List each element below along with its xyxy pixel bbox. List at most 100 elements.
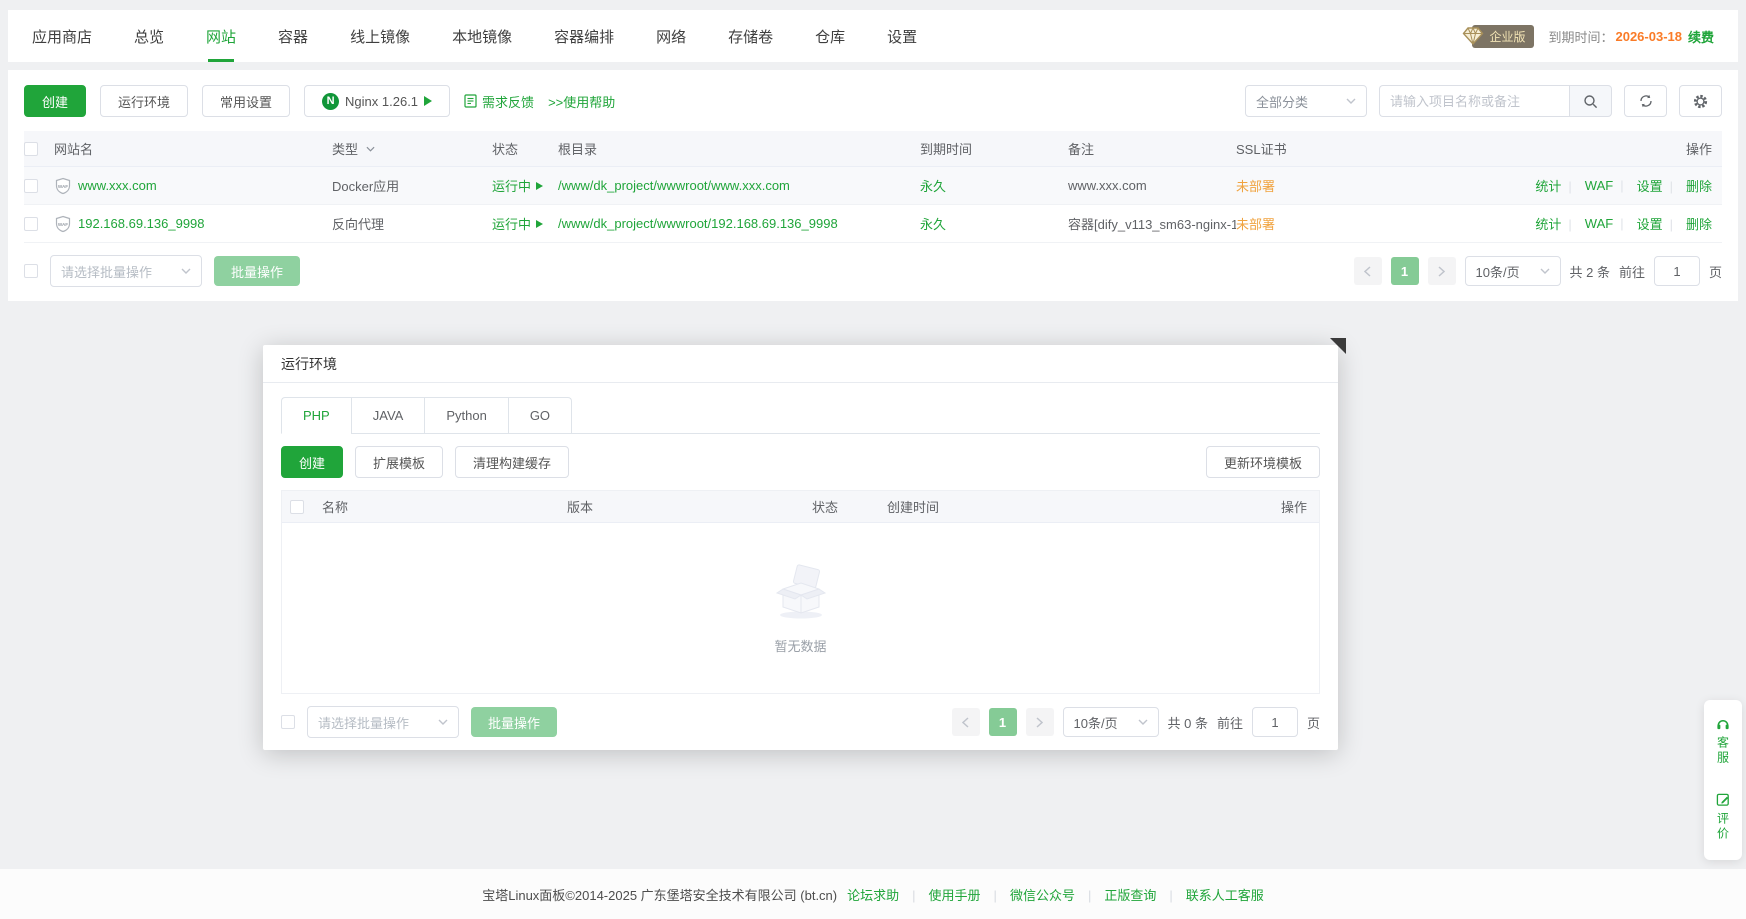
modal-prev-page-button[interactable] bbox=[952, 708, 980, 736]
category-select[interactable]: 全部分类 bbox=[1245, 85, 1367, 117]
review-button[interactable]: 评价 bbox=[1715, 792, 1732, 842]
renew-link[interactable]: 续费 bbox=[1688, 27, 1714, 46]
nav-item-container[interactable]: 容器 bbox=[278, 10, 308, 62]
col-type[interactable]: 类型 bbox=[332, 139, 492, 158]
nav-item-local-images[interactable]: 本地镜像 bbox=[452, 10, 512, 62]
extend-template-button[interactable]: 扩展模板 bbox=[355, 446, 443, 478]
modal-body: PHP JAVA Python GO 创建 扩展模板 清理构建缓存 更新环境模板… bbox=[263, 383, 1338, 750]
site-status[interactable]: 运行中 bbox=[492, 176, 543, 195]
site-root-link[interactable]: /www/dk_project/wwwroot/www.xxx.com bbox=[558, 178, 790, 193]
settings-link[interactable]: 设置 bbox=[1637, 176, 1680, 195]
footer-link-license-check[interactable]: 正版查询 bbox=[1075, 885, 1156, 904]
help-link[interactable]: >>使用帮助 bbox=[548, 92, 615, 111]
empty-box-icon bbox=[768, 562, 834, 620]
settings-link[interactable]: 设置 bbox=[1637, 214, 1680, 233]
next-page-button[interactable] bbox=[1428, 257, 1456, 285]
site-status-label: 运行中 bbox=[492, 214, 531, 233]
footer-link-support[interactable]: 联系人工客服 bbox=[1156, 885, 1263, 904]
refresh-button[interactable] bbox=[1624, 85, 1667, 117]
batch-action-select[interactable]: 请选择批量操作 bbox=[50, 255, 202, 287]
modal-select-all-checkbox[interactable] bbox=[290, 500, 304, 514]
footer-link-manual[interactable]: 使用手册 bbox=[899, 885, 980, 904]
site-root-link[interactable]: /www/dk_project/wwwroot/192.168.69.136_9… bbox=[558, 216, 838, 231]
search-input[interactable] bbox=[1379, 85, 1569, 117]
nav-item-website[interactable]: 网站 bbox=[206, 10, 236, 62]
nav-item-volumes[interactable]: 存储卷 bbox=[728, 10, 773, 62]
modal-page-size-select[interactable]: 10条/页 bbox=[1063, 707, 1159, 737]
runtime-table: 名称 版本 状态 创建时间 操作 暂无数据 bbox=[281, 490, 1320, 694]
ssl-status-link[interactable]: 未部署 bbox=[1236, 176, 1275, 195]
panel-settings-button[interactable] bbox=[1679, 85, 1722, 117]
batch-apply-button[interactable]: 批量操作 bbox=[214, 256, 300, 286]
select-all-checkbox[interactable] bbox=[24, 142, 38, 156]
chevron-down-icon bbox=[181, 268, 191, 274]
footer-link-forum[interactable]: 论坛求助 bbox=[847, 885, 899, 904]
row-checkbox[interactable] bbox=[24, 217, 38, 231]
edition-badge[interactable]: 企业版 bbox=[1461, 25, 1534, 48]
col-type-label: 类型 bbox=[332, 139, 358, 158]
site-name-link[interactable]: 192.168.69.136_9998 bbox=[78, 216, 205, 231]
stats-link[interactable]: 统计 bbox=[1535, 176, 1578, 195]
feedback-link[interactable]: 需求反馈 bbox=[464, 92, 534, 111]
site-note: www.xxx.com bbox=[1068, 178, 1236, 193]
search-button[interactable] bbox=[1569, 85, 1612, 117]
modal-batch-bar: 请选择批量操作 批量操作 1 10条/页 共 0 条 前往 页 bbox=[281, 706, 1320, 738]
site-status[interactable]: 运行中 bbox=[492, 214, 543, 233]
stats-link[interactable]: 统计 bbox=[1535, 214, 1578, 233]
nav-item-network[interactable]: 网络 bbox=[656, 10, 686, 62]
clean-build-cache-button[interactable]: 清理构建缓存 bbox=[455, 446, 569, 478]
modal-create-button[interactable]: 创建 bbox=[281, 446, 343, 478]
ssl-status-link[interactable]: 未部署 bbox=[1236, 214, 1275, 233]
tab-java[interactable]: JAVA bbox=[351, 397, 425, 433]
expire-label: 到期时间： bbox=[1548, 27, 1613, 46]
update-env-template-button[interactable]: 更新环境模板 bbox=[1206, 446, 1320, 478]
site-name-link[interactable]: www.xxx.com bbox=[78, 178, 157, 193]
feedback-label: 需求反馈 bbox=[482, 92, 534, 111]
nav-item-app-store[interactable]: 应用商店 bbox=[32, 10, 92, 62]
row-checkbox[interactable] bbox=[24, 179, 38, 193]
page-number-button[interactable]: 1 bbox=[1391, 257, 1419, 285]
waf-link[interactable]: WAF bbox=[1585, 216, 1631, 231]
nginx-version-button[interactable]: N Nginx 1.26.1 bbox=[304, 85, 450, 117]
modal-fullscreen-corner[interactable] bbox=[1330, 338, 1346, 354]
nav-item-online-images[interactable]: 线上镜像 bbox=[350, 10, 410, 62]
modal-next-page-button[interactable] bbox=[1026, 708, 1054, 736]
nav-item-settings[interactable]: 设置 bbox=[887, 10, 917, 62]
mcol-name: 名称 bbox=[322, 497, 567, 516]
toolbar: 创建 运行环境 常用设置 N Nginx 1.26.1 需求反馈 >>使用帮助 … bbox=[24, 85, 1722, 117]
modal-batch-select[interactable]: 请选择批量操作 bbox=[307, 706, 459, 738]
customer-service-button[interactable]: 客服 bbox=[1715, 716, 1732, 766]
copyright-text: 宝塔Linux面板©2014-2025 广东堡塔安全技术有限公司 (bt.cn) bbox=[482, 885, 837, 904]
tab-php[interactable]: PHP bbox=[281, 397, 351, 434]
runtime-env-button[interactable]: 运行环境 bbox=[100, 85, 188, 117]
goto-page-input[interactable] bbox=[1654, 256, 1700, 286]
create-site-button[interactable]: 创建 bbox=[24, 85, 86, 117]
site-type: Docker应用 bbox=[332, 176, 492, 195]
waf-link[interactable]: WAF bbox=[1585, 178, 1631, 193]
nav-item-repository[interactable]: 仓库 bbox=[815, 10, 845, 62]
modal-goto-page-input[interactable] bbox=[1252, 707, 1298, 737]
footer-link-wechat[interactable]: 微信公众号 bbox=[981, 885, 1075, 904]
mcol-version: 版本 bbox=[567, 497, 812, 516]
runtime-table-header: 名称 版本 状态 创建时间 操作 bbox=[282, 491, 1319, 523]
chevron-down-icon bbox=[1346, 98, 1356, 104]
tab-python[interactable]: Python bbox=[424, 397, 507, 433]
modal-goto-label: 前往 bbox=[1217, 713, 1243, 732]
tab-go[interactable]: GO bbox=[508, 397, 572, 433]
modal-page-number-button[interactable]: 1 bbox=[989, 708, 1017, 736]
toolbar-right: 全部分类 bbox=[1245, 85, 1722, 117]
delete-link[interactable]: 删除 bbox=[1686, 176, 1712, 195]
common-settings-button[interactable]: 常用设置 bbox=[202, 85, 290, 117]
page-size-select[interactable]: 10条/页 bbox=[1465, 256, 1561, 286]
delete-link[interactable]: 删除 bbox=[1686, 214, 1712, 233]
modal-batch-apply-button[interactable]: 批量操作 bbox=[471, 707, 557, 737]
nav-item-overview[interactable]: 总览 bbox=[134, 10, 164, 62]
modal-title: 运行环境 bbox=[281, 354, 337, 374]
site-note: 容器[dify_v113_sm63-nginx-1]自 bbox=[1068, 214, 1236, 233]
runtime-env-modal: 运行环境 PHP JAVA Python GO 创建 扩展模板 清理构建缓存 更… bbox=[263, 345, 1338, 750]
chevron-right-icon bbox=[1438, 266, 1445, 277]
batch-select-all-checkbox[interactable] bbox=[24, 264, 38, 278]
prev-page-button[interactable] bbox=[1354, 257, 1382, 285]
nav-item-orchestration[interactable]: 容器编排 bbox=[554, 10, 614, 62]
modal-batch-checkbox[interactable] bbox=[281, 715, 295, 729]
